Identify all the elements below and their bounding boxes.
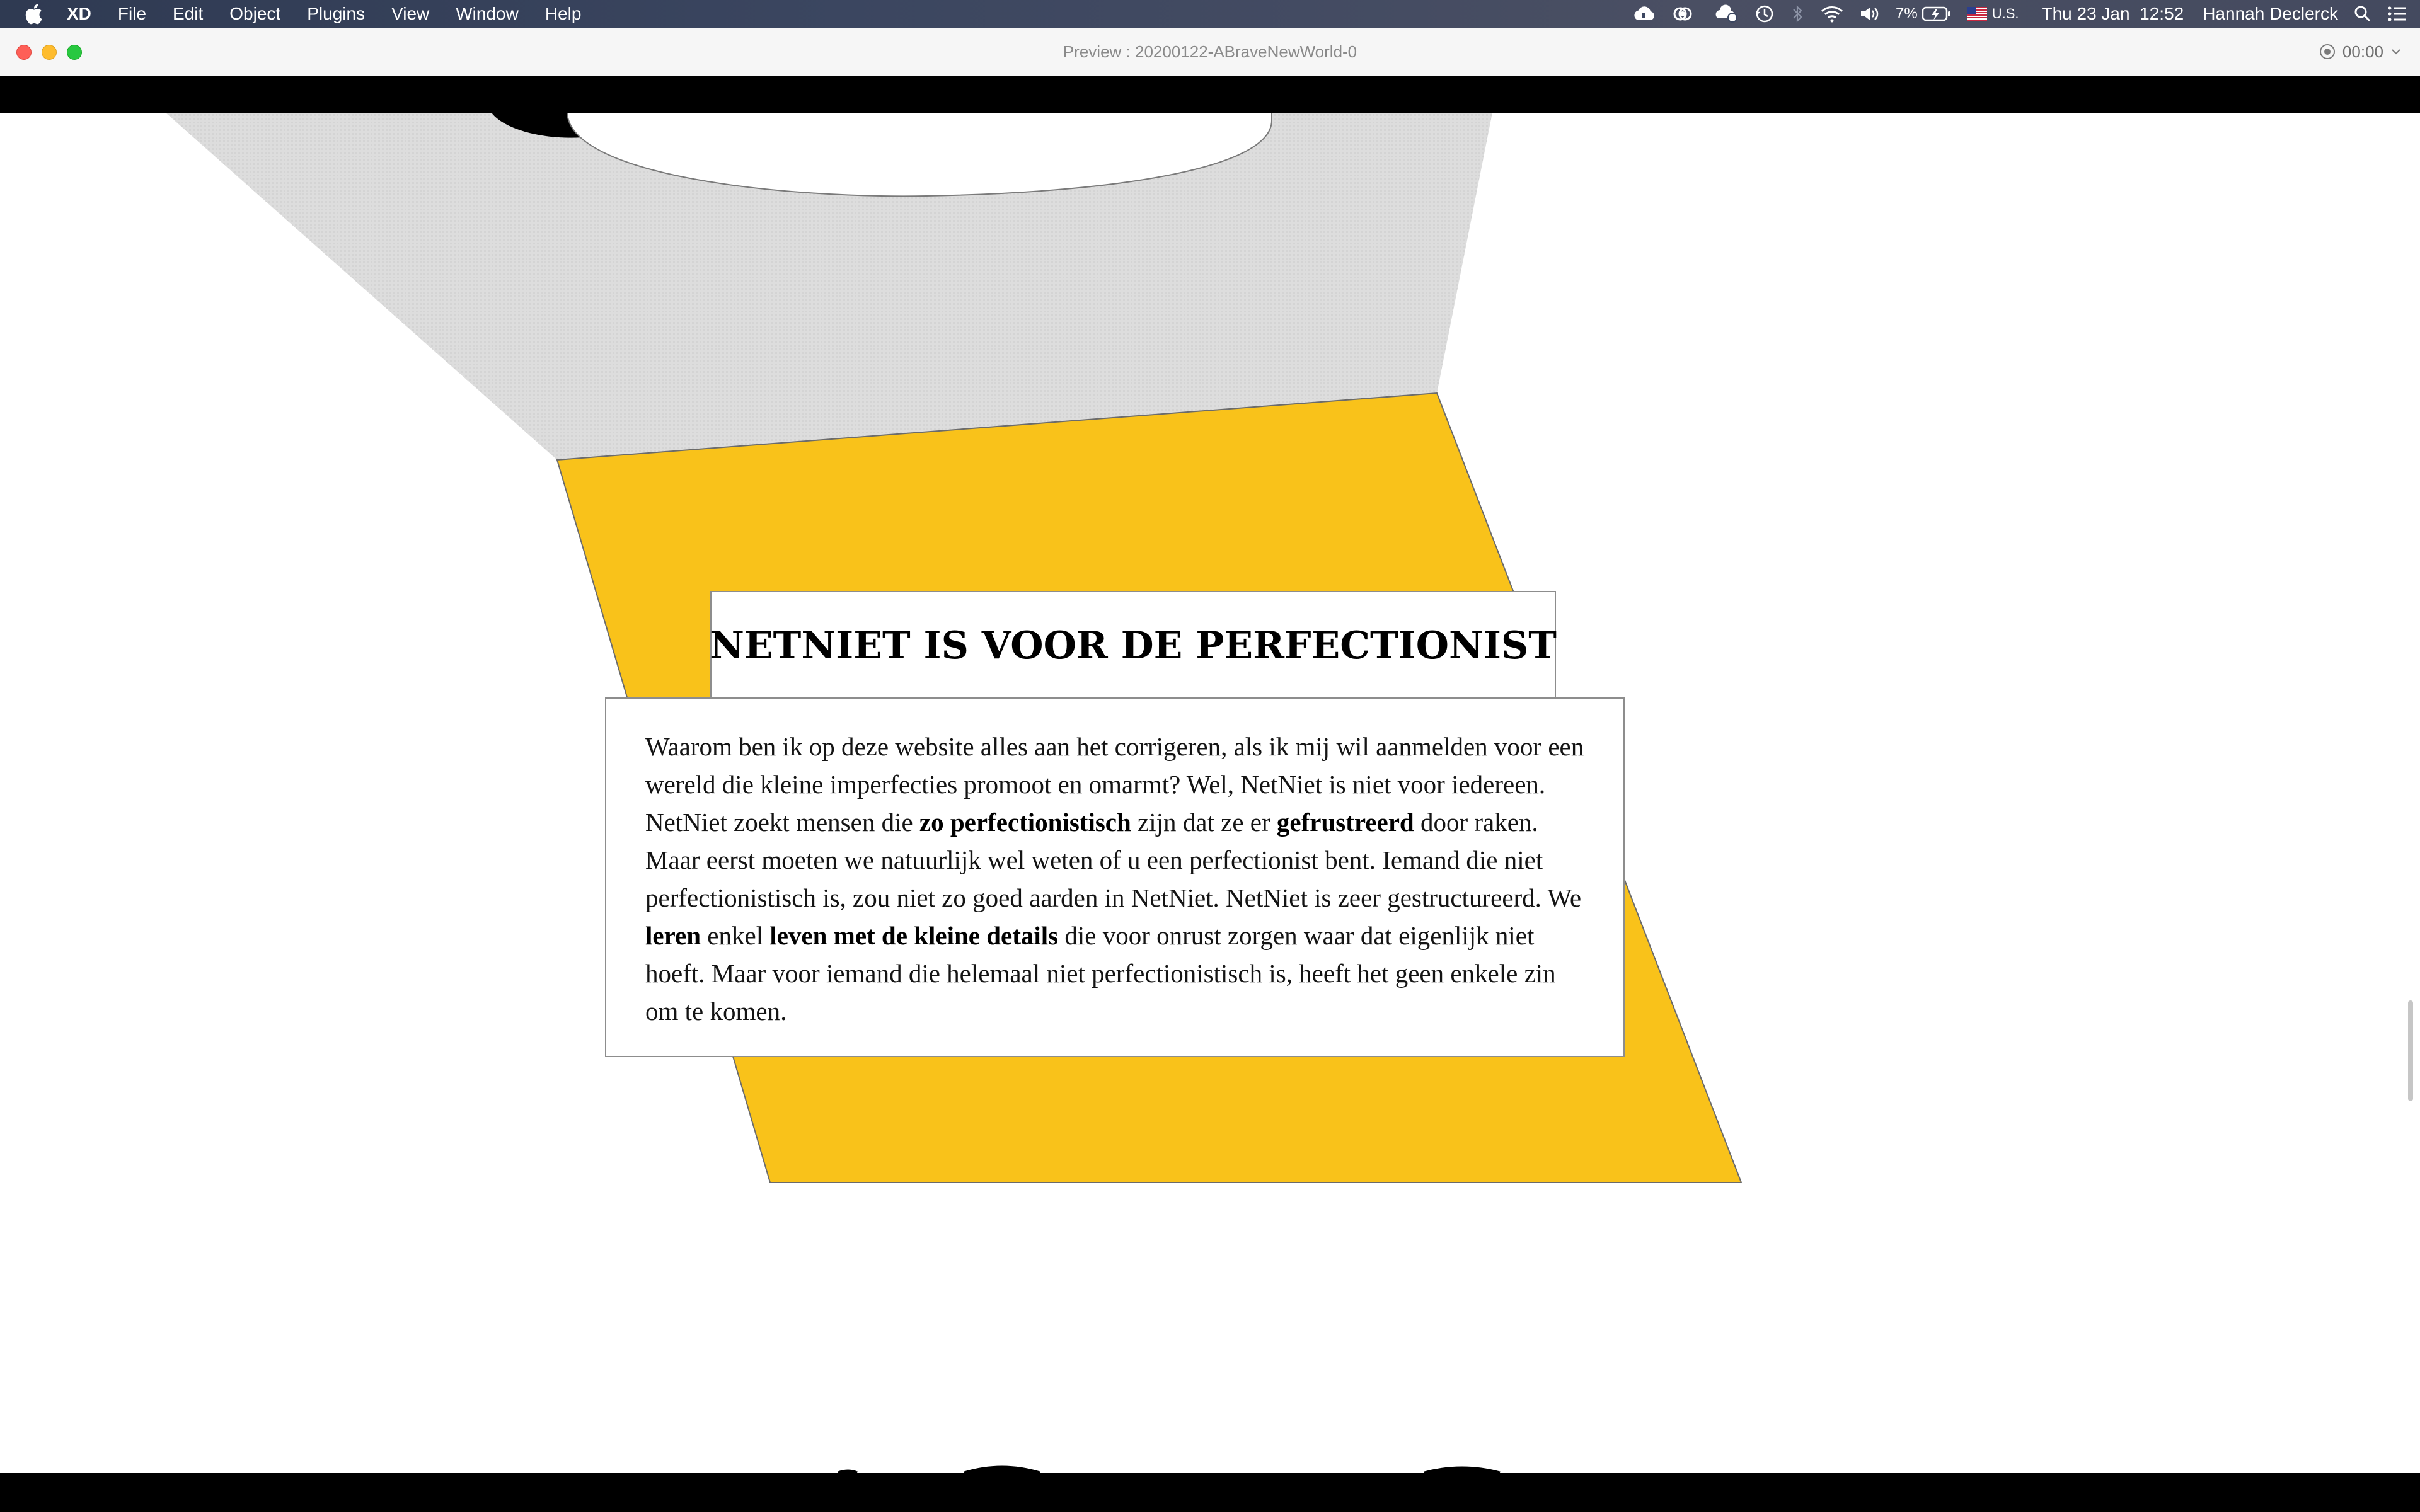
clock-datetime[interactable]: Thu 23 Jan 12:52 (2041, 4, 2184, 24)
paragraph-bold-1: zo perfectionistisch (919, 808, 1131, 837)
menu-plugins[interactable]: Plugins (294, 0, 378, 28)
body-paragraph: Waarom ben ik op deze website alles aan … (645, 728, 1586, 1030)
heading-card: NETNIET IS VOOR DE PERFECTIONIST (710, 591, 1557, 701)
menu-help[interactable]: Help (532, 0, 595, 28)
input-source-label: U.S. (1991, 6, 2019, 21)
macos-menu-bar: XD File Edit Object Plugins View Window … (0, 0, 2420, 28)
battery-charging-icon[interactable] (1922, 6, 1952, 22)
section-heading: NETNIET IS VOOR DE PERFECTIONIST (710, 624, 1557, 668)
us-flag-icon[interactable] (1966, 7, 1987, 21)
menu-window[interactable]: Window (442, 0, 532, 28)
time-machine-icon[interactable] (1754, 4, 1775, 24)
battery-percentage: 7% (1896, 5, 1918, 22)
notification-center-icon[interactable] (2387, 5, 2407, 23)
chevron-down-icon[interactable] (2390, 45, 2402, 58)
window-title-bar: Preview : 20200122-ABraveNewWorld-0 00:0… (0, 28, 2420, 76)
spotlight-search-icon[interactable] (2353, 4, 2372, 23)
bottom-black-band (0, 1473, 2420, 1512)
record-time: 00:00 (2342, 42, 2383, 61)
menu-file[interactable]: File (105, 0, 159, 28)
bluetooth-icon[interactable] (1790, 4, 1805, 24)
cc-files-icon[interactable] (1671, 5, 1697, 23)
status-menus: 7% U.S. Thu 23 Jan 12:52 Hannah Declerck (1616, 0, 2407, 28)
record-control[interactable]: 00:00 (2319, 28, 2402, 76)
menu-edit[interactable]: Edit (159, 0, 216, 28)
paragraph-bold-2: gefrustreerd (1276, 808, 1414, 837)
paragraph-text-4: enkel (701, 921, 770, 950)
artboard-preview[interactable]: NETNIET IS VOOR DE PERFECTIONIST Waarom … (0, 76, 2420, 1512)
user-name[interactable]: Hannah Declerck (2203, 4, 2338, 24)
menu-app-name[interactable]: XD (67, 0, 105, 28)
record-icon[interactable] (2319, 43, 2336, 60)
creative-cloud-icon[interactable] (1631, 5, 1656, 23)
cloud-sync-icon[interactable] (1712, 4, 1739, 23)
volume-icon[interactable] (1859, 4, 1881, 23)
vertical-scrollbar[interactable] (2408, 1000, 2413, 1101)
menu-view[interactable]: View (378, 0, 442, 28)
wifi-icon[interactable] (1820, 4, 1844, 23)
paragraph-bold-3: leren (645, 921, 701, 950)
bottom-partial-shapes (838, 1465, 1501, 1475)
text-card: Waarom ben ik op deze website alles aan … (605, 697, 1625, 1057)
window-title: Preview : 20200122-ABraveNewWorld-0 (1063, 42, 1357, 61)
menu-object[interactable]: Object (216, 0, 294, 28)
paragraph-bold-4: leven met de kleine details (769, 921, 1059, 950)
top-black-band (0, 76, 2420, 113)
app-menu-list: XD File Edit Object Plugins View Window … (67, 0, 594, 28)
paragraph-text-2: zijn dat ze er (1131, 808, 1277, 837)
apple-logo-icon[interactable] (24, 3, 43, 25)
